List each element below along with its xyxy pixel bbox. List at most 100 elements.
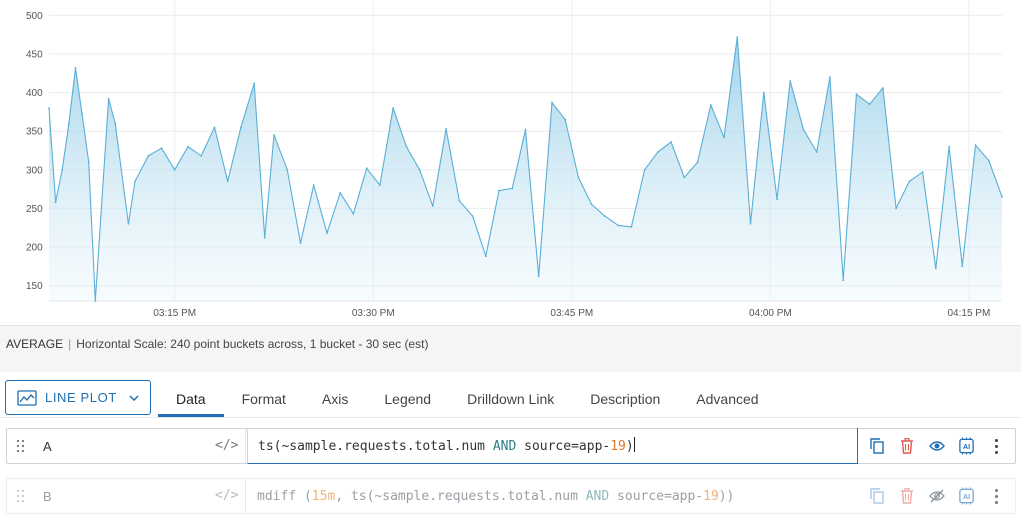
series-point [352,212,355,215]
series-point [253,82,256,85]
series-point [895,207,897,210]
series-point [68,122,70,125]
chart-svg[interactable]: 150 200 250 300 350 400 450 500 03:15 PM 03:30 P… [0,0,1021,326]
series-point [107,97,110,100]
series-point [590,203,593,206]
series-point [537,275,540,278]
chevron-down-icon [129,394,139,401]
drag-handle-icon[interactable] [16,439,26,453]
series-point [484,255,487,258]
series-point [604,215,606,218]
series-point [54,201,57,204]
row-actions: AI [868,487,1005,505]
tab-axis[interactable]: Axis [304,380,366,417]
series-point [458,199,461,202]
query-text-segment: mdiff ( [257,489,312,504]
y-tick-label: 500 [26,11,43,22]
query-input[interactable]: ts(~sample.requests.total.num AND source… [247,428,858,464]
series-point [379,184,381,187]
x-tick-label: 03:15 PM [153,308,196,319]
query-keyword: AND [492,439,517,454]
delete-icon[interactable] [898,487,915,505]
series-point [657,151,659,153]
series-point [670,141,672,143]
query-text-segment: ts(~sample.requests.total.num [258,439,493,454]
copy-icon[interactable] [868,437,885,455]
text-cursor [633,437,635,452]
series-area-fill [49,37,1002,301]
series-point [762,91,765,94]
query-number: 19 [610,439,626,454]
series-point [974,144,977,147]
query-letter[interactable]: B [43,489,52,504]
series-point [1001,195,1003,198]
eye-icon[interactable] [928,437,945,455]
code-view-toggle[interactable]: </> [215,488,238,503]
series-point [683,176,686,179]
query-number: 15m [311,489,336,504]
query-input[interactable]: mdiff (15m, ts(~sample.requests.total.nu… [247,479,858,515]
svg-text:AI: AI [963,493,970,501]
series-point [802,128,805,131]
series-point [187,145,189,148]
y-tick-label: 150 [26,281,43,292]
ai-icon[interactable]: AI [958,487,975,505]
tab-description[interactable]: Description [572,380,678,417]
row-actions: AI [868,437,1005,455]
query-row-a: A </> ts(~sample.requests.total.num AND … [6,428,1016,464]
query-keyword: AND [585,489,610,504]
tab-advanced[interactable]: Advanced [678,380,776,417]
drag-handle-icon[interactable] [16,489,26,503]
query-number: 19 [703,489,719,504]
code-view-toggle[interactable]: </> [215,438,238,453]
series-point [709,104,712,106]
series-point [392,107,394,109]
series-point [365,167,368,170]
series-point [696,161,699,164]
tab-format[interactable]: Format [224,380,304,417]
series-point [160,147,163,150]
series-point [326,232,328,235]
series-point [299,242,302,245]
series-point [134,180,136,183]
series-point [908,180,911,183]
series-point [789,80,792,82]
query-letter[interactable]: A [43,439,52,454]
query-text-segment: , ts(~sample.requests.total.num [335,489,586,504]
series-point [855,93,858,96]
copy-icon[interactable] [868,487,885,505]
eye-slash-icon[interactable] [928,487,945,505]
aggregation-label: AVERAGE [6,337,64,351]
series-point [339,192,342,194]
ai-icon[interactable]: AI [958,437,975,455]
series-point [61,168,64,171]
query-text-segment: ) [625,439,634,454]
delete-icon[interactable] [898,437,915,455]
series-point [630,226,633,228]
series-point [431,205,434,208]
y-tick-label: 250 [26,204,43,215]
y-tick-label: 200 [26,242,43,253]
series-point [74,67,77,69]
tab-legend[interactable]: Legend [366,380,449,417]
tab-drilldown-link[interactable]: Drilldown Link [449,380,572,417]
kebab-menu-icon[interactable] [988,437,1005,455]
y-axis: 150 200 250 300 350 400 450 500 [26,11,43,292]
status-line: AVERAGE | Horizontal Scale: 240 point buck… [6,337,428,351]
series-point [213,126,216,129]
query-text-segment: )) [718,489,735,504]
series-point [312,184,315,187]
y-tick-label: 350 [26,127,43,138]
series-point [921,171,924,174]
plot-type-dropdown[interactable]: LINE PLOT [5,380,151,415]
query-text-segment: source=app- [609,489,704,504]
tab-data[interactable]: Data [158,380,224,417]
series-point [749,222,752,225]
series-point [511,187,514,190]
series-point [551,101,553,104]
series-point [564,118,567,121]
series-point [200,155,203,157]
series-point [643,168,646,171]
kebab-menu-icon[interactable] [988,487,1005,505]
horizontal-scale-text: Horizontal Scale: 240 point buckets acro… [76,337,429,351]
